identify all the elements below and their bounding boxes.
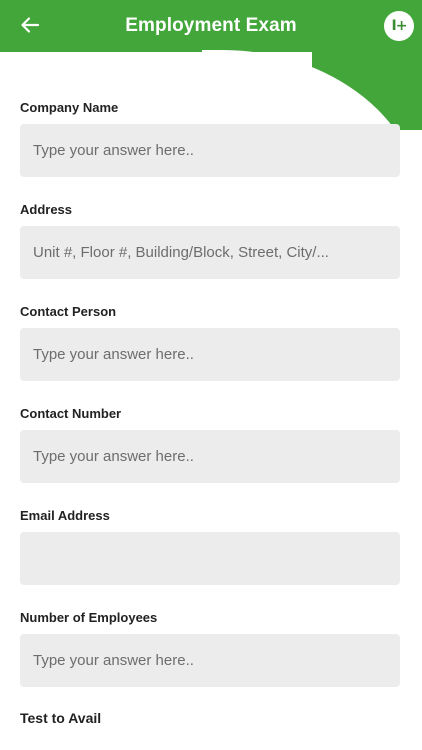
company-name-field: Company Name [20,100,400,202]
company-name-input[interactable] [20,124,400,177]
contact-person-input[interactable] [20,328,400,381]
address-input[interactable] [20,226,400,279]
field-label: Company Name [20,100,119,115]
contact-number-input[interactable] [20,430,400,483]
screen: Employment Exam I+ Company Name Address … [0,0,422,750]
contact-person-field: Contact Person [20,304,400,406]
field-label: Contact Person [20,304,117,319]
field-label: Email Address [20,508,110,523]
page-title: Employment Exam [125,15,297,36]
field-label: Number of Employees [20,610,158,625]
number-of-employees-input[interactable] [20,634,400,687]
email-address-field: Email Address [20,508,400,610]
field-label: Contact Number [20,406,122,421]
field-label: Address [20,202,73,217]
address-field: Address [20,202,400,304]
arrow-left-icon[interactable] [18,13,42,37]
app-logo: I+ [384,11,414,41]
employment-form: Company Name Address Contact Person Cont… [20,100,400,712]
app-bar: Employment Exam I+ [0,0,422,52]
test-to-avail-heading: Test to Avail [20,710,102,726]
number-of-employees-field: Number of Employees [20,610,400,712]
email-address-input[interactable] [20,532,400,585]
contact-number-field: Contact Number [20,406,400,508]
